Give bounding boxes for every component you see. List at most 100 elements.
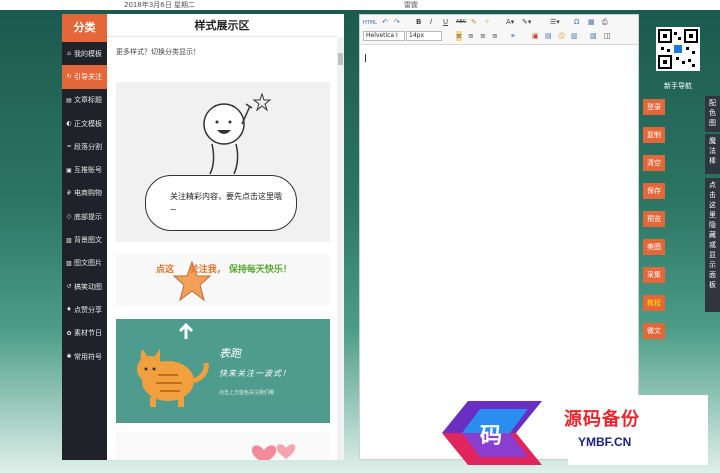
- image-icon[interactable]: ▣: [532, 31, 539, 41]
- category-item[interactable]: ◐ 正文模板: [62, 112, 107, 135]
- cat-card-title: 表跑: [219, 347, 241, 360]
- action-button[interactable]: 采集: [643, 267, 665, 283]
- line-height-icon[interactable]: ☰▾: [550, 17, 560, 27]
- account-icon: ▣: [66, 166, 72, 174]
- category-label: 电商购物: [74, 189, 102, 198]
- gif-icon: ↺: [66, 283, 72, 291]
- category-label: 互推账号: [74, 166, 102, 175]
- picture-icon: ▨: [66, 259, 72, 267]
- new-user-guide-link[interactable]: 新手导航: [656, 81, 700, 91]
- action-button[interactable]: 复制: [643, 127, 665, 143]
- print-icon[interactable]: ⎙: [602, 17, 608, 27]
- html-source-button[interactable]: HTML: [363, 18, 377, 28]
- action-button[interactable]: 保存: [643, 183, 665, 199]
- hearts-icon: [251, 444, 296, 460]
- panel-title: 样式展示区: [107, 14, 337, 37]
- category-label: 段落分割: [74, 142, 102, 151]
- top-right-text: 雷霆: [404, 1, 418, 9]
- category-item[interactable]: ⌂ 我的模板: [62, 42, 107, 65]
- undo-icon[interactable]: ↶: [382, 17, 388, 27]
- banner-text: 点这 关注我， 保持每天快乐！: [156, 262, 292, 275]
- action-button[interactable]: 美图: [643, 239, 665, 255]
- action-button[interactable]: 登录: [643, 99, 665, 115]
- action-button[interactable]: 微文: [643, 323, 665, 339]
- banner-part-c: 保持每天快乐！: [228, 265, 292, 275]
- category-item[interactable]: ↻ 引导关注: [62, 65, 107, 89]
- qr-code: [656, 27, 700, 71]
- category-item[interactable]: ◇ 底部提示: [62, 205, 107, 228]
- category-item[interactable]: ♦ 点赞分享: [62, 298, 107, 321]
- qr-code-icon: [658, 29, 698, 69]
- category-item[interactable]: ▣ 互推账号: [62, 158, 107, 181]
- bubble-text: 关注精彩内容，要先点击这里哦~: [170, 192, 282, 214]
- watermark-logo-icon: 码: [442, 401, 542, 465]
- style-card-banner[interactable]: 点这 关注我， 保持每天快乐！: [116, 254, 330, 306]
- fullscreen-icon[interactable]: ◫: [604, 31, 611, 41]
- special-char-icon[interactable]: Ω: [574, 17, 579, 27]
- action-button[interactable]: 预览: [643, 211, 665, 227]
- guide-icon: ↻: [66, 73, 72, 81]
- font-size-select[interactable]: 14px: [406, 31, 442, 41]
- category-item[interactable]: ✿ 素材节日: [62, 322, 107, 345]
- banner-part-b: 关注我，: [189, 265, 226, 275]
- align-right-icon[interactable]: ≡: [480, 31, 486, 41]
- template-icon[interactable]: ▥: [571, 31, 578, 41]
- logo-char: 码: [480, 424, 502, 449]
- category-label: 素材节日: [74, 329, 102, 338]
- panel-scrollbar[interactable]: [337, 37, 344, 460]
- vertical-tab[interactable]: 魔法棒: [705, 134, 720, 174]
- category-label: 点赞分享: [74, 305, 102, 314]
- style-panel: 样式展示区 更多样式？切换分类显示！ 关注精彩内容，要先点击这里哦~ 点这 关注…: [107, 14, 344, 460]
- action-button[interactable]: 清空: [643, 155, 665, 171]
- category-item[interactable]: ▨ 背景图文: [62, 228, 107, 251]
- shop-icon: ₽: [67, 189, 71, 197]
- align-left-icon[interactable]: ≡: [456, 31, 462, 41]
- italic-button[interactable]: I: [430, 17, 432, 27]
- watermark-logo: 码 源码备份 YMBF.CN: [432, 395, 720, 473]
- align-center-icon[interactable]: ≡: [468, 31, 474, 41]
- font-color-icon[interactable]: A▾: [506, 17, 514, 27]
- category-item[interactable]: ▨ 图文图片: [62, 252, 107, 275]
- follow-bubble[interactable]: 关注精彩内容，要先点击这里哦~: [145, 175, 297, 231]
- highlight-icon[interactable]: ✎▾: [522, 17, 531, 27]
- action-button[interactable]: 教程: [643, 295, 665, 311]
- table-icon[interactable]: ▦: [588, 17, 595, 27]
- top-bar: 2018年3月6日 星期二 雷霆: [0, 0, 720, 10]
- watermark-url: YMBF.CN: [578, 435, 632, 449]
- style-card-cat[interactable]: 表跑 快来关注一波式！ 点击上方蓝色关注我们哦: [116, 319, 330, 423]
- media-icon[interactable]: ▤: [545, 31, 552, 41]
- vertical-tab[interactable]: 点击这里隐藏或显示面板: [705, 178, 720, 312]
- strikethrough-button[interactable]: ABC: [456, 17, 466, 27]
- font-family-select[interactable]: Helvetica I: [363, 31, 405, 41]
- category-item[interactable]: ₽ 电商购物: [62, 182, 107, 205]
- brush-icon[interactable]: ✎: [471, 17, 477, 27]
- bold-button[interactable]: B: [416, 17, 421, 27]
- vertical-tab[interactable]: 配色图: [705, 96, 720, 132]
- banner-part-a: 点这: [156, 265, 175, 275]
- clear-format-icon[interactable]: ✧: [484, 17, 490, 27]
- rich-text-editor[interactable]: HTML ↶ ↷ B I U ABC ✎ ✧ A▾ ✎▾ ☰▾ Ω ▦ ⎙ He…: [359, 14, 639, 460]
- title-icon: ▤: [66, 96, 72, 104]
- category-item[interactable]: ━ 段落分割: [62, 135, 107, 158]
- category-header: 分类: [62, 14, 107, 42]
- emoji-icon[interactable]: ☺: [558, 31, 565, 41]
- category-label: 引导关注: [74, 72, 102, 81]
- category-label: 搞笑动图: [74, 282, 102, 291]
- category-label: 背景图文: [74, 236, 102, 245]
- category-label: 图文图片: [74, 259, 102, 268]
- watermark-title: 源码备份: [564, 409, 640, 430]
- category-item[interactable]: ✱ 常用符号: [62, 345, 107, 368]
- date-text: 2018年3月6日 星期二: [124, 1, 195, 9]
- link-icon[interactable]: ⚭: [510, 31, 516, 41]
- align-justify-icon[interactable]: ≡: [492, 31, 498, 41]
- scroll-thumb[interactable]: [338, 53, 343, 65]
- style-card-follow[interactable]: 关注精彩内容，要先点击这里哦~: [116, 82, 330, 242]
- cat-card-subtitle: 快来关注一波式！: [219, 369, 291, 378]
- category-item[interactable]: ▤ 文章标题: [62, 89, 107, 112]
- underline-button[interactable]: U: [443, 17, 448, 27]
- redo-icon[interactable]: ↷: [394, 17, 400, 27]
- category-item[interactable]: ↺ 搞笑动图: [62, 275, 107, 298]
- style-card-hearts[interactable]: [116, 432, 330, 460]
- attachment-icon[interactable]: ▧: [590, 31, 597, 41]
- editor-toolbar: HTML ↶ ↷ B I U ABC ✎ ✧ A▾ ✎▾ ☰▾ Ω ▦ ⎙ He…: [360, 15, 638, 45]
